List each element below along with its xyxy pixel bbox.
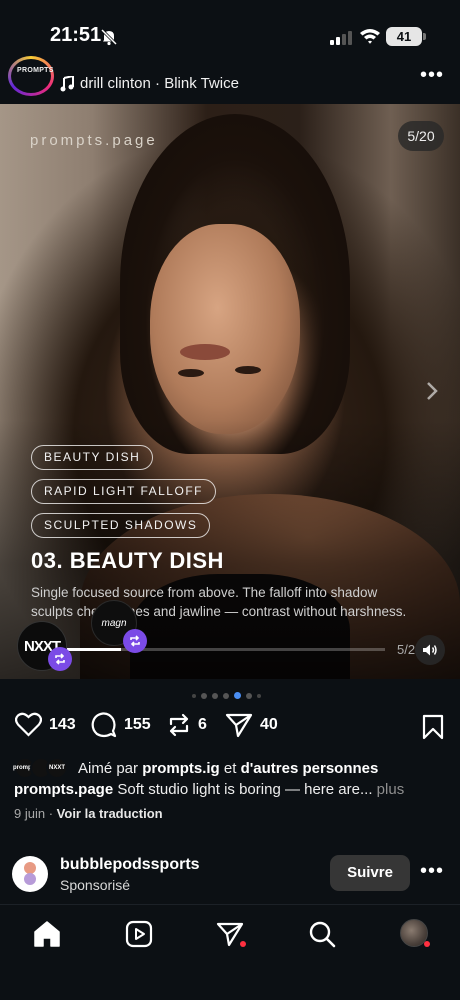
audio-progress-fill: [67, 648, 122, 651]
home-icon: [34, 921, 60, 947]
tag-list: BEAUTY DISH RAPID LIGHT FALLOFF SCULPTED…: [31, 445, 216, 538]
share-button[interactable]: 40: [225, 712, 278, 738]
carousel-dot: [223, 692, 229, 699]
post-date: 9 juin: [14, 806, 46, 821]
repost-icon: [130, 635, 140, 647]
repost-icon: [169, 713, 189, 737]
comment-button[interactable]: 155: [91, 712, 151, 738]
post-options-icon[interactable]: •••: [420, 64, 444, 87]
post-media[interactable]: prompts.page 5/20 BEAUTY DISH RAPID LIGH…: [0, 104, 460, 679]
heart-icon: [15, 712, 42, 737]
music-attribution[interactable]: drill clinton · Blink Twice: [60, 75, 239, 92]
bookmark-icon[interactable]: [422, 714, 444, 740]
carousel-dot: [257, 693, 261, 698]
chevron-right-icon[interactable]: [425, 381, 439, 401]
repost-count: 6: [198, 716, 207, 733]
tab-home[interactable]: [32, 919, 62, 949]
liked-by-others[interactable]: d'autres personnes: [241, 760, 379, 777]
collab-repost-badge: [123, 629, 147, 653]
volume-button[interactable]: [415, 635, 445, 665]
tab-direct[interactable]: [215, 919, 246, 949]
post-header: PROMPTS drill clinton · Blink Twice •••: [0, 56, 460, 104]
page-number: 5/2: [397, 642, 416, 657]
action-bar: 143 155 6 40: [0, 712, 460, 742]
caption-more-link[interactable]: plus: [377, 781, 405, 798]
tag-pill: SCULPTED SHADOWS: [31, 513, 211, 538]
brand-watermark: prompts.page: [30, 132, 158, 149]
tag-pill: RAPID LIGHT FALLOFF: [31, 479, 216, 504]
notification-dot: [240, 941, 246, 947]
collab-repost-badge: [48, 647, 72, 671]
tab-reels[interactable]: [124, 919, 154, 949]
carousel-dot: [234, 692, 241, 699]
tab-profile[interactable]: [400, 919, 430, 949]
silent-bell-icon: [100, 28, 118, 46]
liked-by-prefix: Aimé par: [78, 759, 139, 777]
like-button[interactable]: 143: [15, 712, 76, 737]
share-count: 40: [260, 716, 278, 733]
carousel-dot: [192, 693, 196, 698]
speaker-icon: [423, 644, 437, 656]
author-avatar[interactable]: [8, 56, 54, 96]
slide-title: 03. BEAUTY DISH: [31, 548, 224, 573]
clock: 21:51: [50, 24, 102, 46]
bottom-tab-bar: [0, 904, 460, 1000]
caption-username[interactable]: prompts.page: [14, 781, 113, 798]
repost-button[interactable]: 6: [167, 712, 207, 738]
caption-text: Soft studio light is boring — here are..…: [117, 781, 373, 798]
slide-description: Single focused source from above. The fa…: [31, 585, 407, 619]
cell-signal-icon: [330, 29, 352, 45]
post-caption[interactable]: prompts.page Soft studio light is boring…: [14, 781, 454, 798]
notification-dot: [424, 941, 430, 947]
status-bar: 21:51 41: [0, 0, 460, 62]
battery-tip: [423, 33, 426, 40]
repost-icon: [55, 653, 65, 665]
music-label: drill clinton · Blink Twice: [80, 75, 239, 92]
tag-pill: BEAUTY DISH: [31, 445, 154, 470]
like-count: 143: [49, 715, 76, 733]
liked-by-user[interactable]: prompts.ig: [142, 760, 220, 777]
search-icon: [309, 921, 336, 948]
music-note-icon: [60, 75, 74, 91]
tab-search[interactable]: [307, 919, 337, 949]
sponsor-avatar[interactable]: [12, 856, 48, 892]
slide-counter: 5/20: [398, 121, 444, 151]
carousel-dot: [201, 692, 207, 699]
liked-by-joiner: et: [223, 759, 237, 777]
post-meta: 9 juin · Voir la traduction: [14, 806, 163, 821]
liked-by-text: Aimé par prompts.ig et d'autres personne…: [78, 760, 378, 777]
sponsor-name[interactable]: bubblepodssports: [60, 856, 200, 874]
sponsored-label: Sponsorisé: [60, 877, 131, 893]
carousel-indicator: [192, 692, 261, 699]
comment-count: 155: [124, 716, 151, 733]
comment-icon: [91, 712, 117, 738]
avatar-logo-text: PROMPTS: [17, 67, 54, 74]
post-options-icon[interactable]: •••: [420, 860, 444, 883]
liked-by-row[interactable]: prompts NXXT Aimé par prompts.ig et d'au…: [13, 757, 378, 779]
carousel-dot: [246, 692, 252, 699]
carousel-dot: [212, 692, 218, 699]
meta-separator: ·: [48, 806, 54, 821]
wifi-icon: [360, 29, 380, 44]
next-post-header: bubblepodssports Sponsorisé Suivre •••: [0, 852, 460, 896]
reels-icon: [125, 920, 153, 948]
translate-link[interactable]: Voir la traduction: [57, 806, 163, 821]
liker-avatar: NXXT: [46, 757, 68, 779]
battery-indicator: 41: [386, 27, 422, 46]
follow-button[interactable]: Suivre: [330, 855, 410, 891]
audio-progress-bar[interactable]: [67, 648, 385, 651]
send-icon: [225, 713, 253, 738]
